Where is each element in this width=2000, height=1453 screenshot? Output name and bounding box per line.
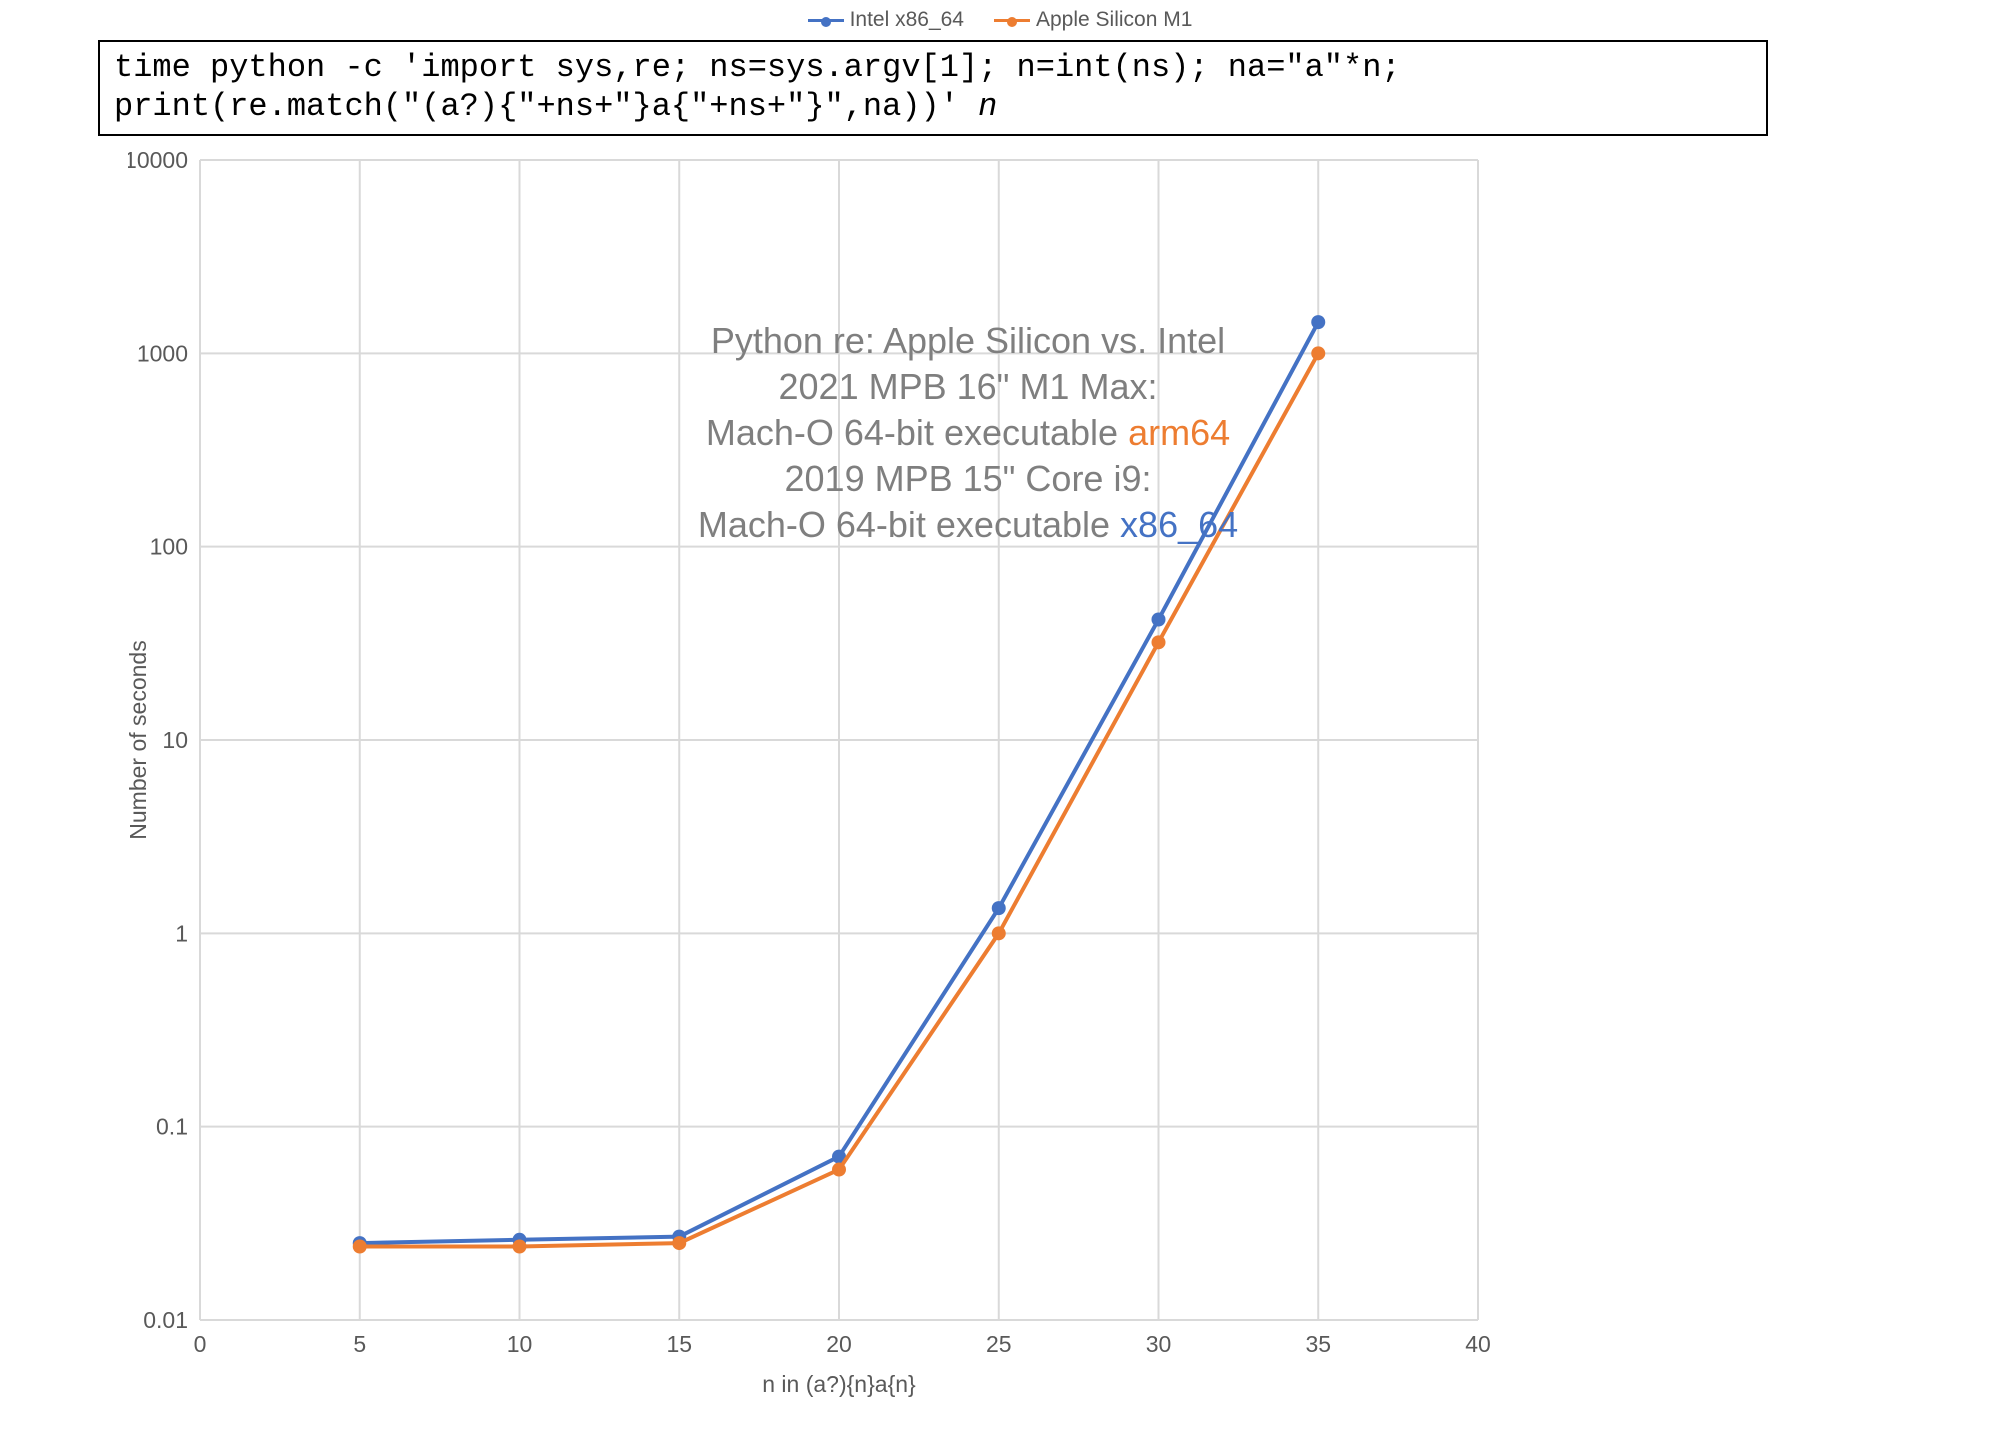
anno-line-2: 2021 MPB 16" M1 Max: [558,364,1378,410]
anno-line-3b: arm64 [1128,412,1230,453]
data-point [832,1163,846,1177]
x-tick-label: 10 [507,1331,533,1357]
x-tick-label: 25 [986,1331,1012,1357]
legend-item-intel: Intel x86_64 [808,8,964,32]
y-axis-label: Number of seconds [128,640,151,839]
x-tick-label: 30 [1146,1331,1172,1357]
code-line2a: print(re.match("(a?){"+ns+"}a{"+ns+"}",n… [114,88,978,125]
x-tick-label: 40 [1465,1331,1491,1357]
x-tick-label: 0 [194,1331,207,1357]
y-tick-label: 1000 [137,340,188,366]
data-point [353,1239,367,1253]
legend-item-apple: Apple Silicon M1 [994,8,1192,32]
y-tick-label: 1 [175,920,188,946]
anno-line-5b: x86_64 [1120,504,1238,545]
x-tick-label: 15 [666,1331,692,1357]
y-tick-label: 10000 [128,150,188,173]
legend-marker-apple [1007,17,1017,27]
x-tick-labels: 0 5 10 15 20 25 30 35 40 [194,1331,1491,1357]
data-point [513,1239,527,1253]
y-tick-label: 0.01 [143,1307,188,1333]
y-tick-label: 10 [162,727,188,753]
anno-line-5a: Mach-O 64-bit executable [698,504,1120,545]
data-point [1152,613,1166,627]
x-tick-label: 20 [826,1331,852,1357]
legend: Intel x86_64 Apple Silicon M1 [0,8,2000,32]
code-line2b: n [978,88,997,125]
data-point [992,926,1006,940]
code-text: time python -c 'import sys,re; ns=sys.ar… [114,48,1752,126]
data-point [992,901,1006,915]
plot-area: 0510152025303540 0.010.1110100100010000 … [128,150,1498,1350]
legend-label-intel: Intel x86_64 [850,8,964,32]
legend-label-apple: Apple Silicon M1 [1036,8,1192,32]
legend-line-intel [808,19,844,22]
anno-line-3a: Mach-O 64-bit executable [706,412,1128,453]
code-box: time python -c 'import sys,re; ns=sys.ar… [98,40,1768,136]
x-tick-label: 35 [1305,1331,1331,1357]
x-axis-label: n in (a?){n}a{n} [762,1371,916,1397]
data-point [1152,635,1166,649]
data-point [672,1236,686,1250]
annotation-block: Python re: Apple Silicon vs. Intel 2021 … [558,318,1378,548]
chart-stage: Intel x86_64 Apple Silicon M1 time pytho… [0,0,2000,1453]
anno-line-4: 2019 MPB 15" Core i9: [558,456,1378,502]
x-tick-label: 5 [353,1331,366,1357]
y-tick-label: 100 [150,534,188,560]
anno-line-3: Mach-O 64-bit executable arm64 [558,410,1378,456]
legend-marker-intel [821,17,831,27]
legend-line-apple [994,19,1030,22]
anno-line-1: Python re: Apple Silicon vs. Intel [558,318,1378,364]
y-tick-label: 0.1 [156,1114,188,1140]
anno-line-5: Mach-O 64-bit executable x86_64 [558,502,1378,548]
code-line1: time python -c 'import sys,re; ns=sys.ar… [114,49,1401,86]
